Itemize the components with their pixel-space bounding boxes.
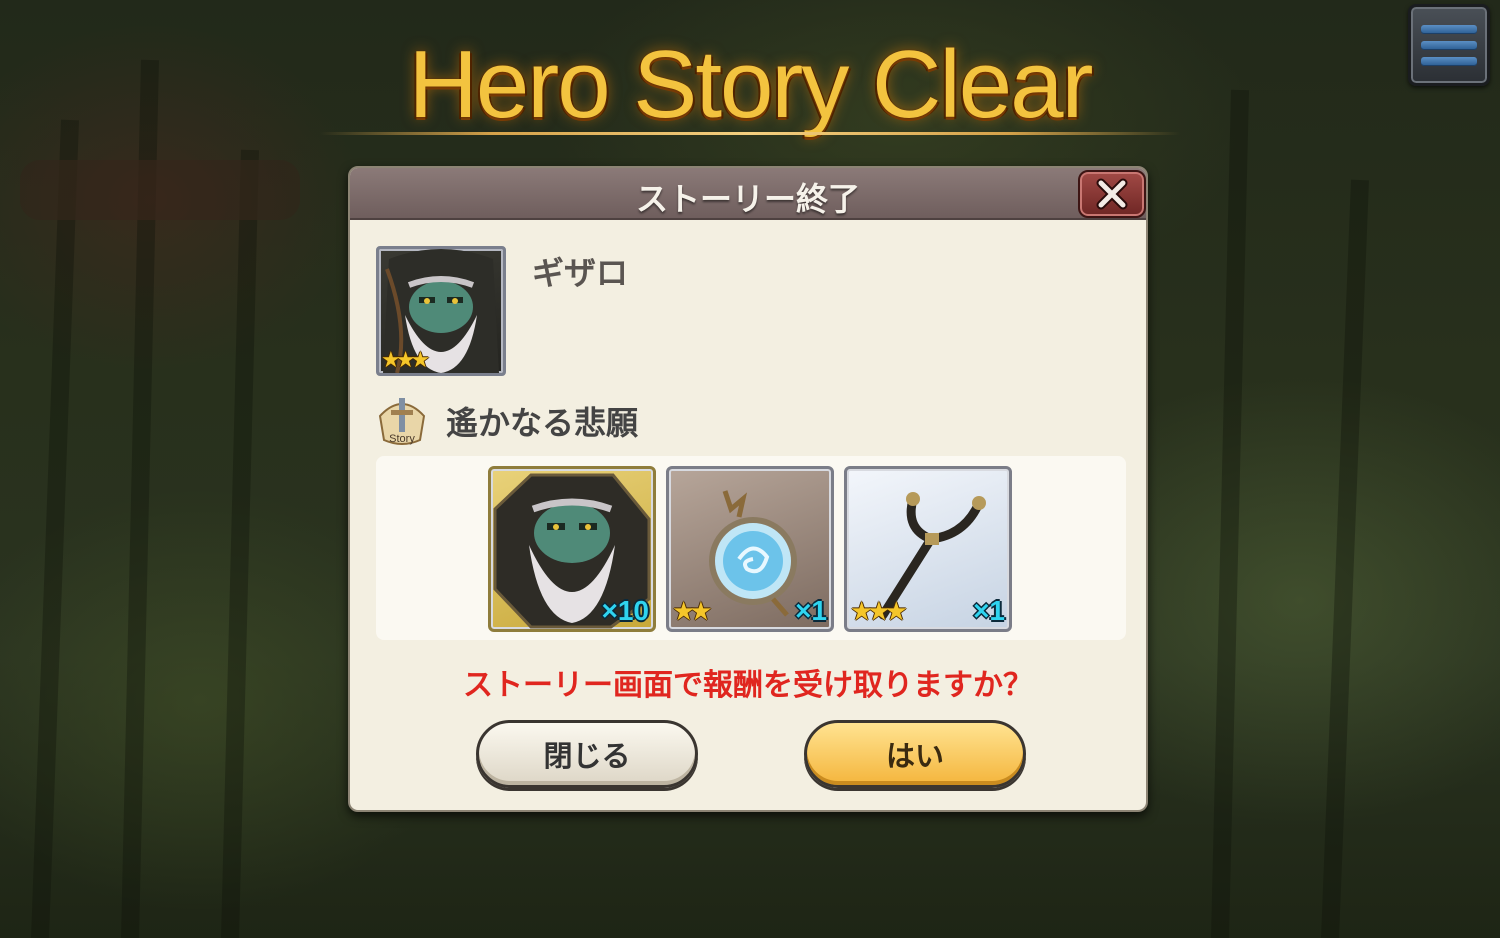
receive-rewards-prompt: ストーリー画面で報酬を受け取りますか？ <box>463 668 1033 703</box>
story-title: 遙かなる悲願 <box>446 404 639 442</box>
close-button[interactable] <box>1078 170 1146 218</box>
hero-story-clear-title: Hero Story Clear <box>408 31 1094 138</box>
close-dialog-button[interactable]: 閉じる <box>476 720 698 788</box>
hero-rarity-stars: ★★★ <box>381 348 430 373</box>
reward-rarity-stars: ★★★ <box>850 597 908 627</box>
hero-name: ギザロ <box>532 254 629 292</box>
title-underline <box>320 132 1180 135</box>
main-menu-button[interactable] <box>1408 4 1490 86</box>
dialog-title: ストーリー終了 <box>635 180 860 218</box>
reward-staff[interactable]: ★★★ ×1 <box>844 466 1012 632</box>
reward-quantity: ×1 <box>795 595 827 626</box>
hero-portrait[interactable]: ★★★ <box>376 246 506 376</box>
yes-button[interactable]: はい <box>804 720 1026 788</box>
story-complete-dialog: ストーリー終了 ★★★ ギザロ Story 遙かなる悲願 ×10 ★★ ×1 ★… <box>348 166 1148 812</box>
close-x-icon <box>1096 178 1128 210</box>
reward-panel: ×10 ★★ ×1 ★★★ ×1 <box>376 456 1126 640</box>
reward-orb[interactable]: ★★ ×1 <box>666 466 834 632</box>
story-icon: Story <box>378 398 426 445</box>
hamburger-menu-icon <box>1421 24 1477 34</box>
svg-text:Story: Story <box>389 433 415 445</box>
reward-rarity-stars: ★★ <box>672 597 713 627</box>
reward-quantity: ×10 <box>601 595 650 626</box>
dialog-header: ストーリー終了 <box>350 168 1146 220</box>
reward-hero-shard[interactable]: ×10 <box>488 466 656 632</box>
reward-quantity: ×1 <box>973 595 1005 626</box>
